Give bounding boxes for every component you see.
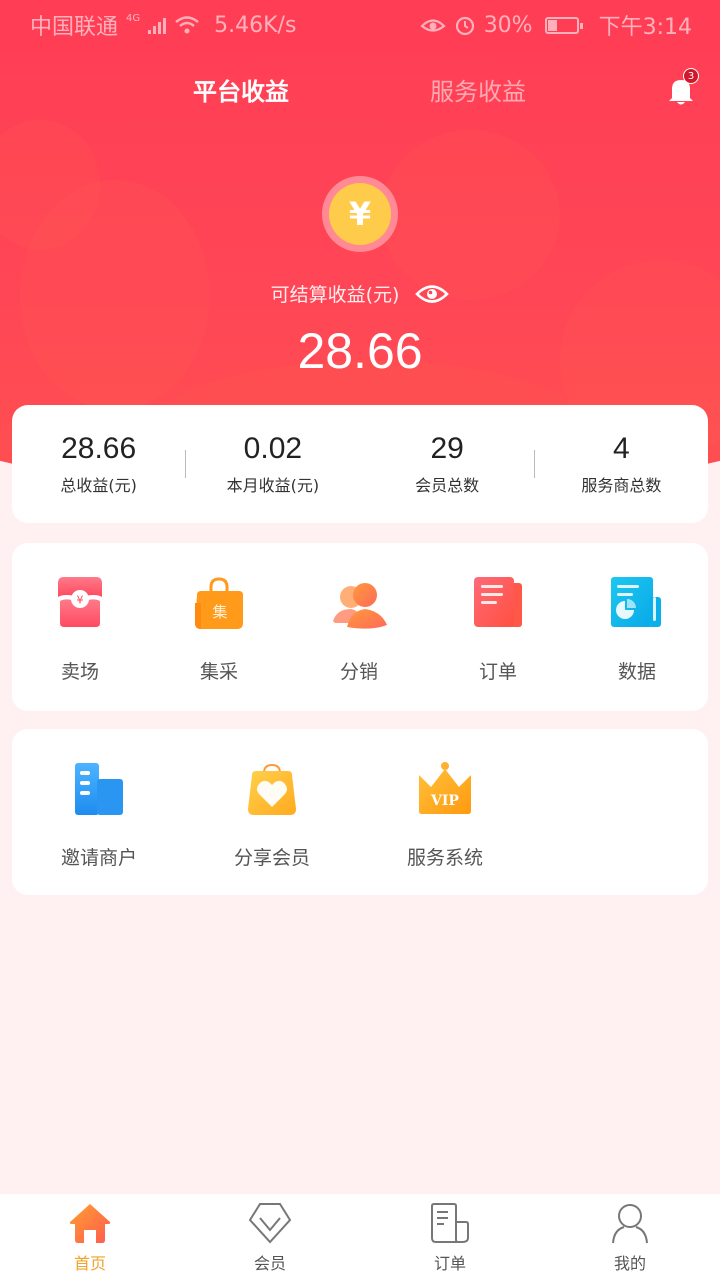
tabbar-member[interactable]: 会员: [180, 1194, 360, 1280]
menu-label: 分销: [339, 661, 378, 683]
diamond-icon: [248, 1203, 292, 1244]
tab-service-earnings[interactable]: 服务收益: [430, 72, 526, 107]
menu-item-group-buy[interactable]: 集 集采: [164, 575, 274, 684]
shopping-bag-icon: 集: [195, 577, 243, 629]
tab-platform-earnings[interactable]: 平台收益: [193, 72, 289, 107]
menu-item-service-system[interactable]: VIP 服务系统: [390, 761, 500, 870]
tabbar-label: 首页: [73, 1254, 106, 1273]
home-icon: [69, 1204, 111, 1243]
menu-grid-primary: ¥ 卖场 集 集采 分销 订单 数据: [12, 543, 708, 711]
data-report-icon: [611, 577, 661, 627]
menu-label: 订单: [478, 661, 517, 683]
stat-label: 会员总数: [415, 476, 480, 495]
network-speed: 5.46K/s: [214, 12, 297, 38]
status-bar: 中国联通 4G 5.46K/s 30% 下午3:14: [0, 0, 720, 50]
menu-label: 邀请商户: [60, 847, 137, 869]
tabbar-label: 会员: [253, 1254, 286, 1273]
store-icon: ¥: [58, 577, 102, 627]
user-icon: [612, 1204, 648, 1244]
settle-label-row: 可结算收益(元): [0, 280, 720, 307]
currency-symbol: ¥: [329, 183, 391, 245]
menu-label: 数据: [617, 661, 656, 683]
tabbar-home[interactable]: 首页: [0, 1194, 180, 1280]
carrier-name: 中国联通: [30, 15, 119, 40]
coin-icon: ¥: [322, 176, 398, 252]
vip-glyph: VIP: [430, 793, 459, 809]
bag-icon-glyph: 集: [212, 603, 227, 621]
battery-icon: [544, 16, 583, 34]
users-icon: [333, 583, 387, 629]
bottom-tab-bar: 首页 会员 订单 我的: [0, 1194, 720, 1280]
stat-value: 28.66: [61, 432, 137, 465]
tabbar-mine[interactable]: 我的: [540, 1194, 720, 1280]
menu-item-store[interactable]: ¥ 卖场: [25, 575, 135, 684]
stat-member-count[interactable]: 29 会员总数: [361, 432, 534, 496]
menu-label: 卖场: [60, 661, 99, 683]
battery-percent: 30%: [483, 12, 533, 38]
signal-icon: [148, 16, 167, 34]
wifi-icon: [175, 16, 199, 34]
stat-value: 0.02: [243, 432, 303, 465]
menu-item-distribution[interactable]: 分销: [304, 575, 414, 684]
notification-badge: 3: [683, 68, 699, 84]
vip-crown-icon: VIP: [419, 762, 471, 814]
stat-value: 4: [613, 432, 630, 465]
menu-item-orders[interactable]: 订单: [443, 575, 553, 684]
decor-blob: [380, 130, 560, 300]
document-icon: [431, 1203, 469, 1243]
menu-label: 分享会员: [233, 847, 310, 869]
alarm-icon: [455, 16, 474, 36]
menu-item-share-member[interactable]: 分享会员: [217, 761, 327, 870]
menu-item-data[interactable]: 数据: [582, 575, 692, 684]
stat-label: 本月收益(元): [226, 476, 320, 495]
stat-label: 总收益(元): [60, 476, 137, 495]
stat-month-earnings[interactable]: 0.02 本月收益(元): [186, 432, 359, 496]
heart-bag-icon: [248, 763, 296, 815]
tabbar-label: 订单: [433, 1254, 466, 1273]
stat-total-earnings[interactable]: 28.66 总收益(元): [12, 432, 185, 496]
tabbar-orders[interactable]: 订单: [360, 1194, 540, 1280]
menu-item-invite-merchant[interactable]: 邀请商户: [44, 761, 154, 870]
network-type: 4G: [126, 12, 141, 24]
menu-label: 集采: [199, 661, 238, 683]
tabbar-label: 我的: [613, 1254, 646, 1273]
building-icon: [75, 763, 123, 815]
clock: 下午3:14: [598, 15, 692, 40]
store-icon-glyph: ¥: [77, 594, 84, 607]
menu-grid-secondary: 邀请商户 分享会员 VIP 服务系统: [12, 729, 708, 895]
eye-toggle-icon[interactable]: [415, 283, 450, 305]
settle-amount: 28.66: [297, 323, 423, 379]
stat-provider-count[interactable]: 4 服务商总数: [535, 432, 708, 496]
stats-card: 28.66 总收益(元) 0.02 本月收益(元) 29 会员总数 4 服务商总…: [12, 405, 708, 523]
stat-label: 服务商总数: [581, 476, 662, 495]
order-icon: [474, 577, 522, 627]
eye-comfort-icon: [420, 19, 446, 32]
settle-label: 可结算收益(元): [270, 284, 400, 306]
earnings-tabs: 平台收益 服务收益: [0, 64, 720, 114]
stat-value: 29: [430, 432, 464, 465]
menu-label: 服务系统: [406, 847, 483, 869]
